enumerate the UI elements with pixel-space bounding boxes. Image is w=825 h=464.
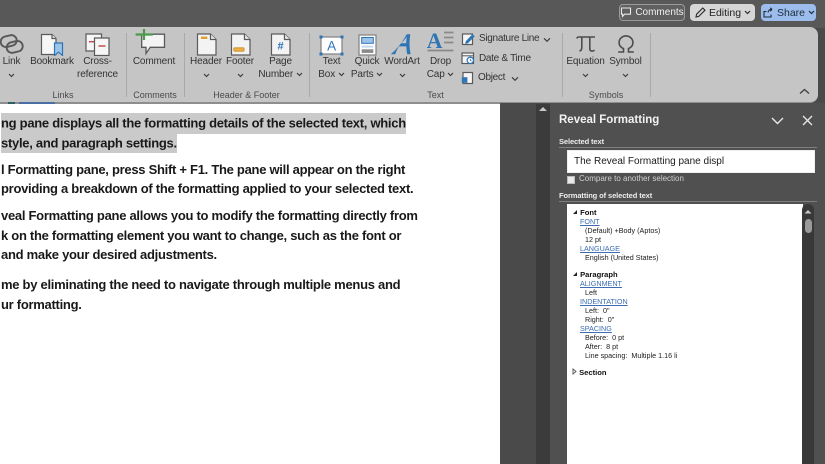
svg-text:#: #: [278, 41, 284, 53]
svg-text:A: A: [327, 39, 336, 54]
svg-text:A: A: [427, 31, 443, 52]
